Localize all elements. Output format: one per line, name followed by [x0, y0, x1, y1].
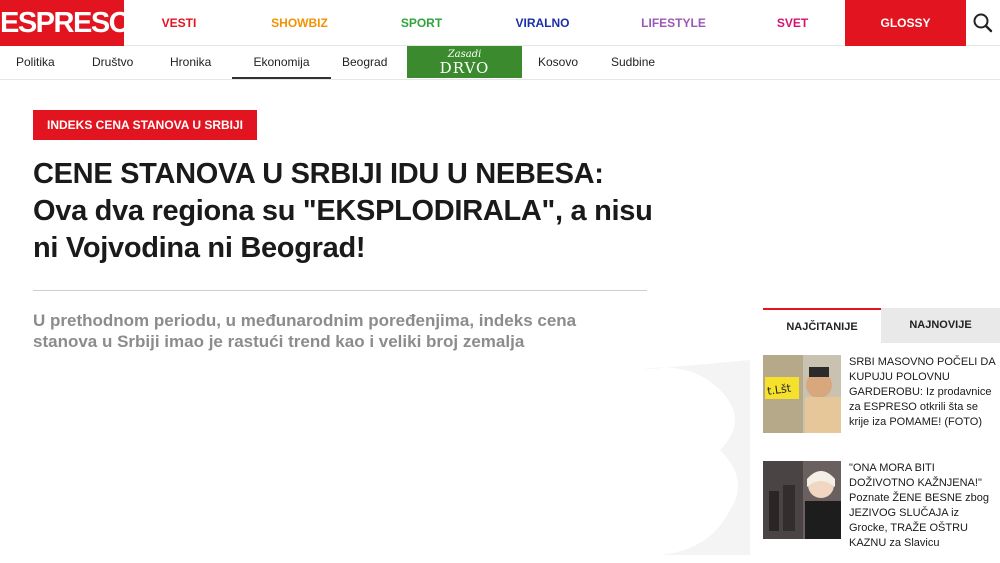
- tab-najcitanije[interactable]: NAJČITANIJE: [763, 308, 881, 343]
- article-tag[interactable]: INDEKS CENA STANOVA U SRBIJI: [33, 110, 258, 140]
- sidebar-article-title[interactable]: SRBI MASOVNO POČELI DA KUPUJU POLOVNU GA…: [849, 355, 1000, 430]
- sidebar-article[interactable]: "ONA MORA BITI DOŽIVOTNO KAŽNJENA!" Pozn…: [763, 461, 1000, 551]
- category-navigation: Politika Društvo Hronika Ekonomija Beogr…: [0, 46, 1000, 80]
- tab-najnovije[interactable]: NAJNOVIJE: [881, 308, 1000, 343]
- nav-viralno[interactable]: VIRALNO: [484, 0, 601, 46]
- search-button[interactable]: [966, 0, 1000, 46]
- top-navigation: ESPRESO VESTI SHOWBIZ SPORT VIRALNO LIFE…: [0, 0, 1000, 46]
- subnav-beograd[interactable]: Beograd: [342, 46, 387, 79]
- sidebar-tabs: NAJČITANIJE NAJNOVIJE: [763, 308, 1000, 343]
- sidebar-article[interactable]: t.Lšt SRBI MASOVNO POČELI DA KUPUJU POLO…: [763, 355, 1000, 435]
- sidebar-article-title[interactable]: "ONA MORA BITI DOŽIVOTNO KAŽNJENA!" Pozn…: [849, 461, 1000, 551]
- zasadi-drvo-banner[interactable]: Zasadi DRVO: [407, 46, 522, 78]
- article-title: CENE STANOVA U SRBIJI IDU U NEBESA: Ova …: [33, 158, 653, 264]
- search-icon: [973, 13, 993, 33]
- ad-placeholder-graphic: [640, 360, 750, 555]
- nav-glossy[interactable]: GLOSSY: [845, 0, 966, 46]
- nav-vesti[interactable]: VESTI: [124, 0, 234, 46]
- nav-sport[interactable]: SPORT: [363, 0, 480, 46]
- subnav-ekonomija[interactable]: Ekonomija: [232, 46, 331, 79]
- espreso-logo[interactable]: ESPRESO: [0, 0, 131, 46]
- nav-showbiz[interactable]: SHOWBIZ: [241, 0, 358, 46]
- subnav-hronika[interactable]: Hronika: [170, 46, 211, 79]
- subnav-kosovo[interactable]: Kosovo: [538, 46, 578, 79]
- drvo-line2: DRVO: [439, 59, 490, 77]
- article-lead: U prethodnom periodu, u međunarodnim por…: [33, 311, 577, 351]
- title-divider: [33, 290, 647, 291]
- nav-lifestyle[interactable]: LIFESTYLE: [615, 0, 732, 46]
- subnav-drustvo[interactable]: Društvo: [92, 46, 133, 79]
- article-thumbnail[interactable]: [763, 461, 841, 539]
- subnav-politika[interactable]: Politika: [16, 46, 55, 79]
- nav-svet[interactable]: SVET: [734, 0, 851, 46]
- article-thumbnail[interactable]: t.Lšt: [763, 355, 841, 433]
- subnav-sudbine[interactable]: Sudbine: [611, 46, 655, 79]
